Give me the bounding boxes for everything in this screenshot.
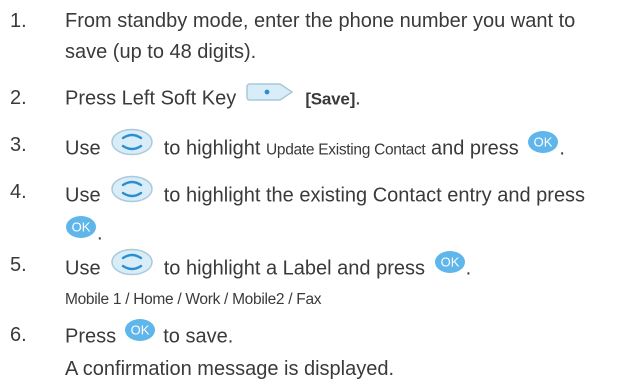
- svg-text:OK: OK: [534, 135, 553, 150]
- nav-key-icon: [110, 248, 154, 286]
- soft-key-label: [Save]: [305, 89, 356, 109]
- step-number: 6.: [10, 324, 27, 346]
- left-soft-key-icon: [246, 81, 296, 113]
- nav-key-icon: [110, 175, 154, 213]
- confirmation-text: A confirmation message is displayed.: [65, 358, 395, 380]
- step-number: 2.: [10, 87, 27, 109]
- ok-key-icon: OK: [65, 215, 97, 249]
- step-number: 5.: [10, 254, 27, 276]
- step-text: save (up to 48 digits).: [65, 41, 257, 63]
- step-text: From standby mode, enter the phone numbe…: [65, 10, 576, 32]
- step-number: 3.: [10, 134, 27, 156]
- step-number: 1.: [10, 10, 27, 32]
- svg-text:OK: OK: [72, 220, 91, 235]
- svg-text:OK: OK: [440, 255, 459, 270]
- ok-key-icon: OK: [434, 250, 466, 284]
- ok-key-icon: OK: [124, 318, 156, 352]
- svg-text:OK: OK: [130, 323, 149, 338]
- step-text: Press Left Soft Key: [65, 87, 237, 110]
- nav-key-icon: [110, 128, 154, 166]
- instruction-page: 1. From standby mode, enter the phone nu…: [0, 0, 622, 384]
- label-options: Mobile 1 / Home / Work / Mobile2 / Fax: [65, 291, 322, 308]
- step-number: 4.: [10, 181, 27, 203]
- menu-option: Update Existing Contact: [266, 141, 426, 159]
- ok-key-icon: OK: [527, 130, 559, 164]
